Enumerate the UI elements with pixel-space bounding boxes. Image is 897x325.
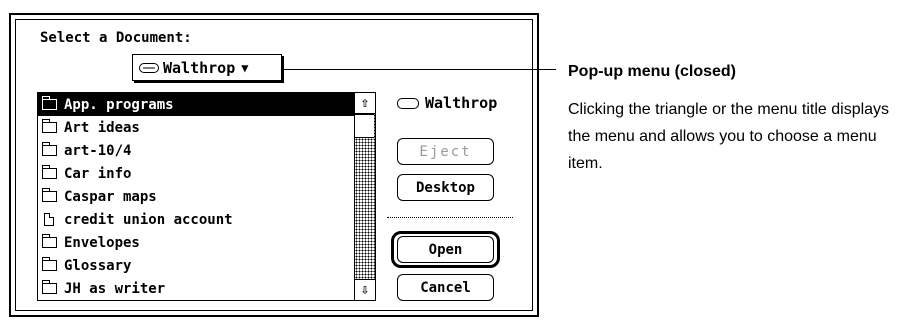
- file-name: Envelopes: [64, 234, 140, 251]
- scroll-down-arrow-icon[interactable]: ⇩: [355, 279, 375, 300]
- folder-icon: [42, 188, 57, 202]
- file-list-item[interactable]: Art ideas: [38, 116, 354, 139]
- open-button[interactable]: Open: [397, 236, 494, 263]
- file-list-item[interactable]: Glossary: [38, 254, 354, 277]
- folder-icon: [42, 96, 57, 110]
- folder-popup-menu[interactable]: Walthrop ▼: [132, 54, 282, 81]
- popup-label: Walthrop: [163, 58, 236, 77]
- file-list-rows: App. programs Art ideas art-10/4 Car info Ca…: [38, 93, 354, 300]
- file-name: Art ideas: [64, 119, 140, 136]
- folder-icon: [42, 142, 57, 156]
- folder-icon: [42, 234, 57, 248]
- scroll-track[interactable]: [355, 114, 375, 279]
- file-list-item[interactable]: Car info: [38, 162, 354, 185]
- file-name: Caspar maps: [64, 188, 157, 205]
- file-list-item[interactable]: JH as writer: [38, 277, 354, 300]
- scroll-thumb[interactable]: [355, 114, 374, 138]
- desktop-button[interactable]: Desktop: [397, 174, 494, 201]
- eject-button[interactable]: Eject: [397, 138, 494, 165]
- file-name: Car info: [64, 165, 132, 182]
- folder-icon: [42, 280, 57, 294]
- file-list[interactable]: App. programs Art ideas art-10/4 Car info Ca…: [37, 92, 376, 301]
- file-name: Glossary: [64, 257, 132, 274]
- file-list-item[interactable]: credit union account: [38, 208, 354, 231]
- vertical-scrollbar[interactable]: ⇧ ⇩: [354, 93, 375, 300]
- callout-leader-line: [284, 69, 556, 70]
- current-disk: Walthrop: [397, 94, 497, 112]
- disk-name: Walthrop: [425, 94, 498, 112]
- folder-icon: [42, 165, 57, 179]
- disk-icon: [139, 62, 159, 73]
- button-divider: [387, 217, 513, 218]
- dialog-prompt: Select a Document:: [40, 30, 192, 46]
- file-list-item[interactable]: art-10/4: [38, 139, 354, 162]
- document-icon: [44, 213, 54, 226]
- file-name: credit union account: [64, 211, 233, 228]
- cancel-button[interactable]: Cancel: [397, 274, 494, 301]
- file-list-item[interactable]: Envelopes: [38, 231, 354, 254]
- popup-triangle-icon[interactable]: ▼: [241, 62, 248, 74]
- folder-icon: [42, 257, 57, 271]
- folder-icon: [42, 119, 57, 133]
- file-list-item[interactable]: App. programs: [38, 93, 354, 116]
- file-name: art-10/4: [64, 142, 132, 159]
- file-name: JH as writer: [64, 280, 166, 297]
- callout-title: Pop-up menu (closed): [568, 63, 736, 80]
- file-name: App. programs: [64, 96, 174, 113]
- disk-icon: [397, 97, 419, 109]
- file-list-item[interactable]: Caspar maps: [38, 185, 354, 208]
- callout-body: Clicking the triangle or the menu title …: [568, 101, 890, 172]
- scroll-up-arrow-icon[interactable]: ⇧: [355, 93, 375, 114]
